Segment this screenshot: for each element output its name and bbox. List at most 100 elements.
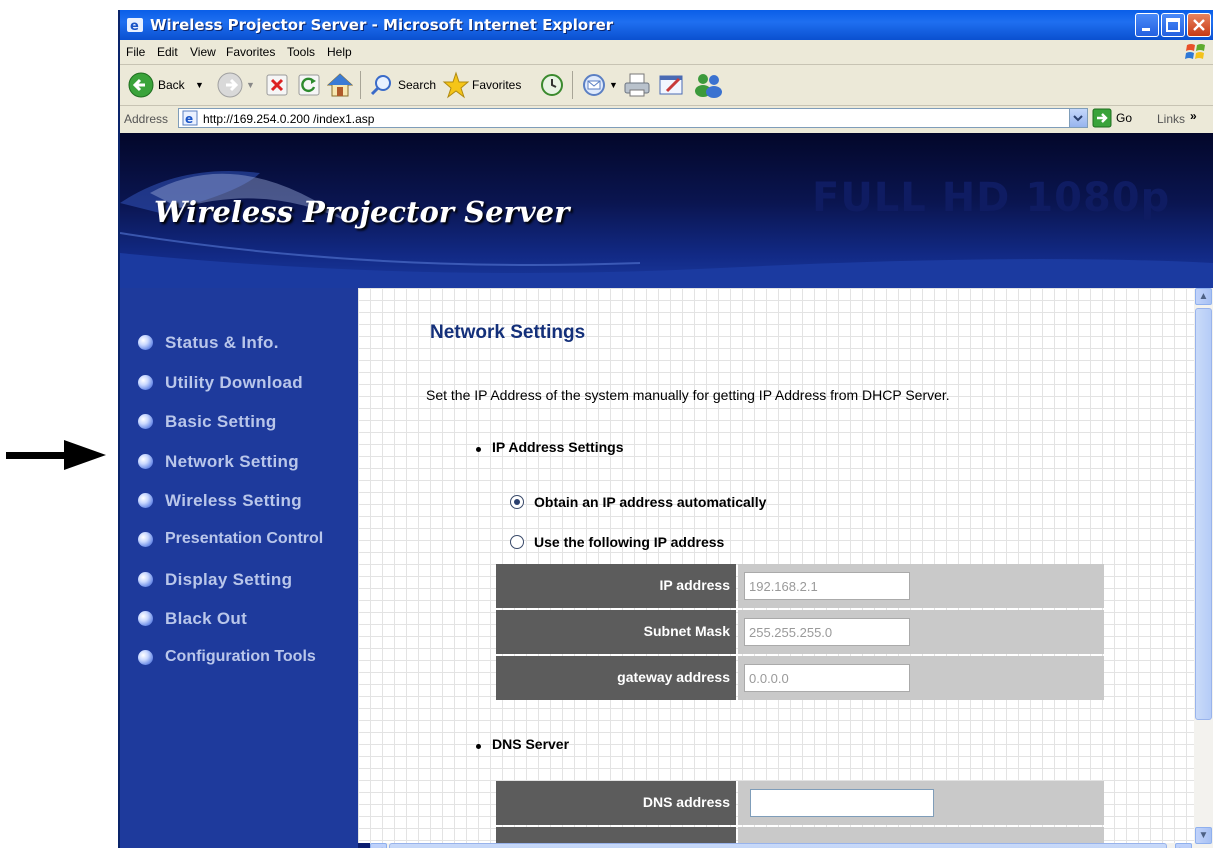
horizontal-scroll-thumb[interactable] [389,843,1167,848]
nav-bullet-icon [138,454,153,469]
chevron-right-icon: ▶ [1176,844,1191,848]
field-value-cell: 0.0.0.0 [738,656,1104,700]
nav-item-label: Utility Download [165,373,303,392]
back-dropdown-icon[interactable]: ▼ [195,80,204,90]
messenger-icon[interactable] [693,71,723,99]
menu-file[interactable]: File [126,45,145,59]
mail-icon[interactable] [582,73,608,97]
sidebar-nav: Status & Info. Utility Download Basic Se… [120,288,358,848]
subnet-mask-input[interactable]: 255.255.255.0 [744,618,910,646]
refresh-icon[interactable] [298,74,320,96]
toolbar-separator [572,71,573,99]
go-arrow-icon[interactable] [1092,108,1112,128]
nav-bullet-icon [138,414,153,429]
close-button[interactable] [1187,13,1211,37]
maximize-button[interactable] [1161,13,1185,37]
history-icon[interactable] [540,73,564,97]
favorites-button-label[interactable]: Favorites [472,78,521,92]
minimize-button[interactable] [1135,13,1159,37]
address-input[interactable]: e http://169.254.0.200 /index1.asp [178,108,1088,128]
dns-address-label: DNS address [642,794,730,810]
nav-bullet-icon [138,335,153,350]
subnet-mask-label: Subnet Mask [643,623,730,639]
nav-item-label: Configuration Tools [165,648,316,665]
chevron-up-icon: ▲ [1198,291,1209,302]
nav-item-label: Black Out [165,609,248,628]
favorites-star-icon[interactable] [442,71,470,99]
table-row [496,827,1104,843]
close-icon [1193,19,1205,31]
scroll-up-button[interactable]: ▲ [1195,288,1212,305]
banner-tagline: FULL HD 1080p [812,175,1171,221]
gateway-address-input[interactable]: 0.0.0.0 [744,664,910,692]
radio-use-following-label[interactable]: Use the following IP address [534,534,724,550]
links-chevron-icon[interactable]: » [1190,109,1197,123]
back-button-label[interactable]: Back [158,78,185,92]
edit-icon[interactable] [659,73,685,97]
scroll-right-button[interactable]: ▶ [1175,843,1192,848]
ie-logo-icon: e [127,18,143,34]
address-url: http://169.254.0.200 /index1.asp [203,112,375,126]
ip-address-label: IP address [659,577,730,593]
forward-dropdown-icon[interactable]: ▼ [246,80,255,90]
menu-view[interactable]: View [190,45,216,59]
page-title: Network Settings [430,322,586,343]
svg-text:e: e [185,112,193,126]
chevron-down-icon [1073,115,1083,122]
bullet-dot [476,744,481,749]
vertical-scroll-thumb[interactable] [1195,308,1212,720]
page-description: Set the IP Address of the system manuall… [426,387,950,403]
mail-dropdown-icon[interactable]: ▼ [609,80,618,90]
radio-obtain-automatically-label[interactable]: Obtain an IP address automatically [534,494,766,510]
scroll-left-button[interactable]: ◀ [370,843,387,848]
address-label: Address [124,112,169,126]
window-title: Wireless Projector Server - Microsoft In… [150,16,614,34]
go-button[interactable]: Go [1116,111,1132,125]
table-row: IP address 192.168.2.1 [496,564,1104,608]
field-label-cell: DNS address [496,781,736,825]
vertical-scrollbar[interactable]: ▲ ▼ [1194,288,1213,848]
print-icon[interactable] [623,72,651,98]
gateway-address-label: gateway address [617,669,730,685]
field-label-cell [496,827,736,843]
nav-item-label: Network Setting [165,452,299,471]
chevron-down-icon: ▼ [1198,830,1209,841]
menu-edit[interactable]: Edit [157,45,178,59]
standard-toolbar: Back ▼ ▼ Search Favorites ▼ [120,65,1213,106]
chevron-left-icon: ◀ [371,844,386,848]
ip-section-heading: IP Address Settings [492,439,624,455]
radio-obtain-automatically[interactable] [510,495,524,509]
address-bar: Address e http://169.254.0.200 /index1.a… [120,106,1213,132]
nav-bullet-icon [138,650,153,665]
ip-address-input[interactable]: 192.168.2.1 [744,572,910,600]
nav-item-label: Status & Info. [165,333,279,352]
field-value-cell [738,781,1104,825]
windows-logo-icon [1185,44,1205,59]
search-button-label[interactable]: Search [398,78,436,92]
search-icon[interactable] [370,73,394,97]
field-label-cell: Subnet Mask [496,610,736,654]
address-dropdown-button[interactable] [1069,109,1087,127]
table-row: gateway address 0.0.0.0 [496,656,1104,700]
scroll-down-button[interactable]: ▼ [1195,827,1212,844]
field-value-cell: 255.255.255.0 [738,610,1104,654]
table-row: DNS address [496,781,1104,825]
menu-favorites[interactable]: Favorites [226,45,275,59]
forward-arrow-icon[interactable] [217,72,243,98]
back-arrow-icon[interactable] [128,72,154,98]
stop-icon[interactable] [266,74,288,96]
radio-use-following[interactable] [510,535,524,549]
banner-brand-title: Wireless Projector Server [154,195,570,229]
dns-address-input[interactable] [750,789,934,817]
main-panel: Network Settings Set the IP Address of t… [358,288,1194,843]
horizontal-scrollbar[interactable]: ◀ ▶ [370,843,1194,848]
bullet-dot [476,447,481,452]
nav-bullet-icon [138,532,153,547]
menu-help[interactable]: Help [327,45,352,59]
title-bar[interactable]: e Wireless Projector Server - Microsoft … [120,10,1213,40]
links-button[interactable]: Links [1157,112,1185,126]
home-icon[interactable] [327,72,353,98]
nav-item-label: Display Setting [165,570,293,589]
menu-tools[interactable]: Tools [287,45,315,59]
nav-item-label: Wireless Setting [165,491,302,510]
